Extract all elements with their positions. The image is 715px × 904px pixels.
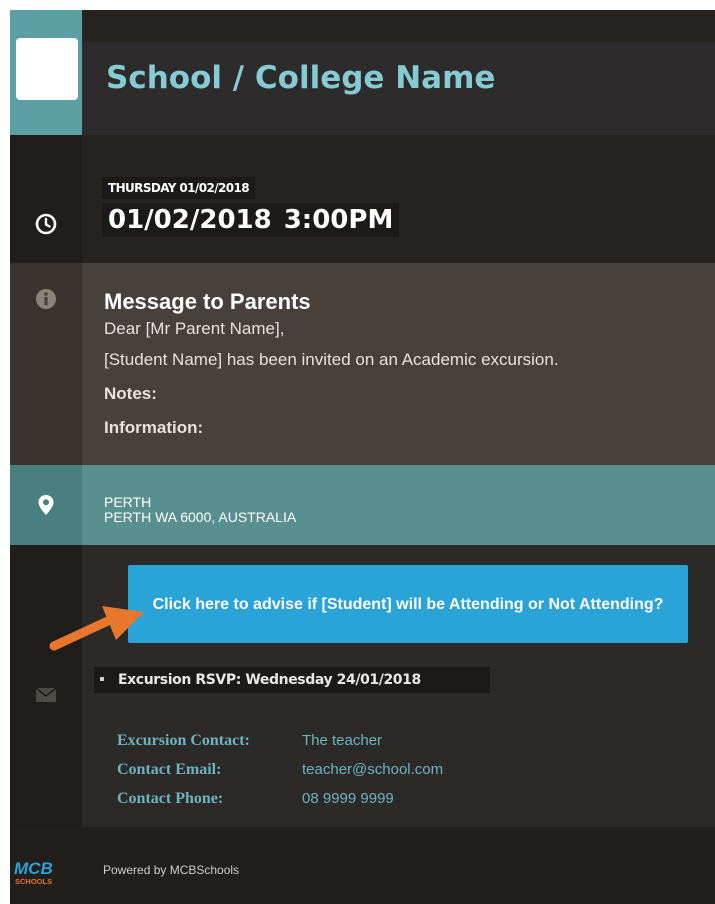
rsvp-section: Click here to advise if [Student] will b… [10,545,715,827]
contact-email-link[interactable]: teacher@school.com [302,761,443,778]
rsvp-deadline-text: Excursion RSVP: Wednesday 24/01/2018 [118,672,421,688]
contact-email-label: Contact Email: [117,761,222,778]
school-logo [16,38,78,100]
rsvp-attendance-button[interactable]: Click here to advise if [Student] will b… [128,565,688,643]
rsvp-deadline: Excursion RSVP: Wednesday 24/01/2018 [94,667,490,693]
event-date-time: 01/02/2018 3:00PM [102,203,400,237]
location-address: PERTH WA 6000, AUSTRALIA [104,509,297,525]
pointer-arrow-icon [49,606,144,651]
excursion-contact-value: The teacher [302,732,383,749]
message-title: Message to Parents [104,289,311,314]
map-pin-icon [38,495,54,515]
clock-icon [35,213,57,235]
event-day-label: THURSDAY 01/02/2018 [102,177,255,199]
location-city: PERTH [104,494,152,510]
powered-by-text: Powered by MCBSchools [103,863,240,877]
message-greeting: Dear [Mr Parent Name], [104,319,285,338]
event-date: 01/02/2018 [108,205,272,235]
contact-phone-label: Contact Phone: [117,790,224,807]
info-icon [36,289,56,309]
bullet [100,677,104,681]
excursion-contact-label: Excursion Contact: [117,732,250,749]
mcbschools-logo: MCB SCHOOLS [14,859,53,886]
logo-text-top: MCB [14,859,53,878]
email-card: School / College Name THURSDAY 01/02/201… [10,10,715,904]
notes-label: Notes: [104,384,157,403]
location-section: PERTH PERTH WA 6000, AUSTRALIA [10,465,715,545]
header: School / College Name [10,42,715,135]
contact-phone-value: 08 9999 9999 [302,790,394,807]
date-rail [10,135,82,263]
school-name: School / College Name [106,60,496,96]
envelope-icon [35,687,57,702]
event-time: 3:00PM [283,205,394,235]
information-label: Information: [104,418,204,437]
message-body: [Student Name] has been invited on an Ac… [104,350,559,369]
event-datetime-section: THURSDAY 01/02/2018 01/02/2018 3:00PM [10,135,715,263]
logo-text-bottom: SCHOOLS [15,877,52,886]
footer: MCB SCHOOLS Powered by MCBSchools [10,827,715,904]
rsvp-button-label: Click here to advise if [Student] will b… [152,595,664,613]
message-section: Message to Parents Dear [Mr Parent Name]… [10,263,715,465]
